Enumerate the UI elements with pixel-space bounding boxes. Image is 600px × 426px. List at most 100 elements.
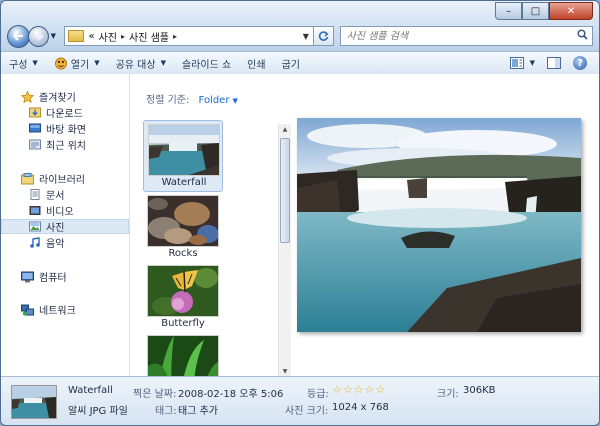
- sidebar-item-pictures[interactable]: 사진: [1, 219, 129, 234]
- star-icon[interactable]: ☆: [343, 383, 354, 396]
- details-file-type: 알씨 JPG 파일: [68, 406, 128, 417]
- file-list-scrollbar[interactable]: ▲ ▼: [278, 124, 291, 376]
- sidebar-item-recent-places[interactable]: 최근 위치: [29, 137, 86, 152]
- slideshow-button[interactable]: 슬라이드 쇼: [174, 52, 239, 74]
- print-button[interactable]: 인쇄: [239, 52, 273, 74]
- image-viewer-icon: [54, 57, 67, 69]
- breadcrumb-sample-pictures[interactable]: 사진 샘플: [129, 29, 169, 44]
- share-with-label: 공유 대상: [115, 59, 156, 71]
- star-icon[interactable]: ☆: [332, 383, 343, 396]
- arrange-by-dropdown[interactable]: Folder: [199, 95, 230, 106]
- search-input[interactable]: [346, 30, 567, 42]
- sidebar-item-favorites[interactable]: 즐겨찾기: [21, 89, 76, 104]
- file-item-waterfall[interactable]: Waterfall: [143, 120, 223, 192]
- back-button[interactable]: [7, 24, 30, 48]
- help-icon: ?: [573, 56, 587, 70]
- share-with-menu[interactable]: 공유 대상 ▼: [108, 52, 174, 74]
- chevron-down-icon: ▼: [160, 59, 166, 67]
- details-file-name: Waterfall: [68, 385, 113, 396]
- preview-pane-icon: [547, 57, 561, 69]
- sidebar-item-label: 다운로드: [46, 109, 83, 120]
- address-dropdown-icon[interactable]: ▼: [303, 32, 309, 41]
- sidebar-item-computer[interactable]: 컴퓨터: [21, 269, 67, 284]
- chevron-down-icon: ▼: [94, 59, 100, 67]
- arrange-by: 정렬 기준: Folder ▼: [146, 91, 238, 106]
- details-tags-label: 태그:: [155, 406, 177, 417]
- preview-pane-button[interactable]: [545, 55, 563, 71]
- burn-label: 굽기: [281, 59, 300, 71]
- breadcrumb-overflow[interactable]: «: [88, 31, 94, 42]
- slideshow-label: 슬라이드 쇼: [181, 59, 232, 71]
- explorer-window: – □ ✕ ▼ « 사진 ▸ 사진 샘플 ▸ ▼ 사진 샘플 검색 구성 ▼ 열…: [0, 0, 600, 426]
- sidebar-item-downloads[interactable]: 다운로드: [29, 105, 83, 120]
- sidebar-item-videos[interactable]: 비디오: [29, 203, 74, 218]
- file-item-butterfly[interactable]: Butterfly: [143, 262, 223, 334]
- sidebar-item-label: 바탕 화면: [46, 125, 86, 136]
- forward-button[interactable]: [27, 25, 49, 47]
- star-icon[interactable]: ☆: [365, 383, 376, 396]
- navigation-bar: ▼ « 사진 ▸ 사진 샘플 ▸ ▼: [7, 23, 593, 49]
- burn-button[interactable]: 굽기: [274, 52, 308, 74]
- scroll-up-icon[interactable]: ▲: [279, 124, 291, 134]
- downloads-folder-icon: [29, 107, 41, 118]
- sidebar-item-documents[interactable]: 문서: [29, 187, 64, 202]
- libraries-icon: [21, 172, 34, 184]
- details-rating-label: 등급:: [307, 389, 329, 400]
- scrollbar-thumb[interactable]: [280, 138, 290, 243]
- organize-menu[interactable]: 구성 ▼: [1, 52, 46, 74]
- chevron-down-icon[interactable]: ▼: [232, 97, 237, 105]
- sidebar-item-label: 비디오: [46, 207, 74, 218]
- details-tags-value[interactable]: 태그 추가: [178, 402, 218, 417]
- sidebar-item-network[interactable]: 네트워크: [21, 302, 76, 317]
- arrange-by-label: 정렬 기준:: [146, 95, 190, 106]
- close-button[interactable]: ✕: [549, 2, 593, 20]
- star-icon[interactable]: ☆: [354, 383, 365, 396]
- view-dropdown-icon[interactable]: ▼: [530, 59, 535, 67]
- search-icon[interactable]: [577, 29, 588, 43]
- minimize-button[interactable]: –: [495, 2, 522, 20]
- content-area: 즐겨찾기 다운로드 바탕 화면 최근 위치 라이브러리 문서 비디오 사진 음악…: [1, 74, 599, 387]
- file-list-pane: 정렬 기준: Folder ▼ Waterfall Rocks Butterfl…: [130, 74, 291, 387]
- chevron-down-icon: ▼: [32, 59, 38, 67]
- sidebar-item-label: 최근 위치: [46, 141, 86, 152]
- file-item-rocks[interactable]: Rocks: [143, 192, 223, 264]
- details-pane: Waterfall 알씨 JPG 파일 찍은 날짜: 2008-02-18 오후…: [1, 376, 599, 425]
- thumbnail-rocks: [147, 195, 219, 247]
- star-icon[interactable]: ☆: [376, 383, 387, 396]
- view-options-button[interactable]: [508, 55, 526, 71]
- breadcrumb-separator-icon[interactable]: ▸: [121, 32, 125, 41]
- details-dimensions-value: 1024 x 768: [332, 402, 389, 413]
- navigation-pane: 즐겨찾기 다운로드 바탕 화면 최근 위치 라이브러리 문서 비디오 사진 음악…: [1, 74, 130, 376]
- recent-pages-dropdown[interactable]: ▼: [51, 32, 61, 40]
- rating-stars[interactable]: ☆☆☆☆☆: [332, 383, 386, 396]
- sidebar-item-label: 라이브러리: [39, 175, 85, 186]
- refresh-button[interactable]: [313, 26, 334, 46]
- thumbnail-butterfly: [147, 265, 219, 317]
- breadcrumb-pictures[interactable]: 사진: [99, 29, 117, 44]
- back-arrow-icon: [12, 31, 23, 41]
- sidebar-item-label: 컴퓨터: [39, 273, 67, 284]
- sidebar-item-label: 사진: [46, 223, 65, 234]
- details-date-label: 찍은 날짜:: [133, 389, 177, 400]
- scroll-down-icon[interactable]: ▼: [279, 366, 291, 376]
- sidebar-item-music[interactable]: 음악: [29, 235, 64, 250]
- organize-label: 구성: [9, 59, 28, 71]
- computer-icon: [21, 271, 34, 282]
- breadcrumb-separator-icon[interactable]: ▸: [173, 32, 177, 41]
- command-bar: 구성 ▼ 열기 ▼ 공유 대상 ▼ 슬라이드 쇼 인쇄 굽기 ▼ ?: [1, 51, 599, 75]
- music-note-icon: [30, 237, 40, 248]
- address-bar[interactable]: « 사진 ▸ 사진 샘플 ▸ ▼: [64, 26, 314, 46]
- details-size-label: 크기:: [437, 389, 459, 400]
- details-thumbnail: [11, 385, 57, 419]
- maximize-button[interactable]: □: [522, 2, 549, 20]
- sidebar-item-libraries[interactable]: 라이브러리: [21, 171, 85, 186]
- command-bar-right: ▼ ?: [504, 55, 599, 71]
- sidebar-item-desktop[interactable]: 바탕 화면: [29, 121, 86, 136]
- help-button[interactable]: ?: [571, 55, 589, 71]
- print-label: 인쇄: [247, 59, 266, 71]
- view-icon: [509, 57, 524, 69]
- caption-buttons: – □ ✕: [495, 2, 593, 20]
- search-box[interactable]: [339, 26, 593, 46]
- folder-icon: [68, 30, 85, 42]
- open-menu[interactable]: 열기 ▼: [46, 52, 108, 74]
